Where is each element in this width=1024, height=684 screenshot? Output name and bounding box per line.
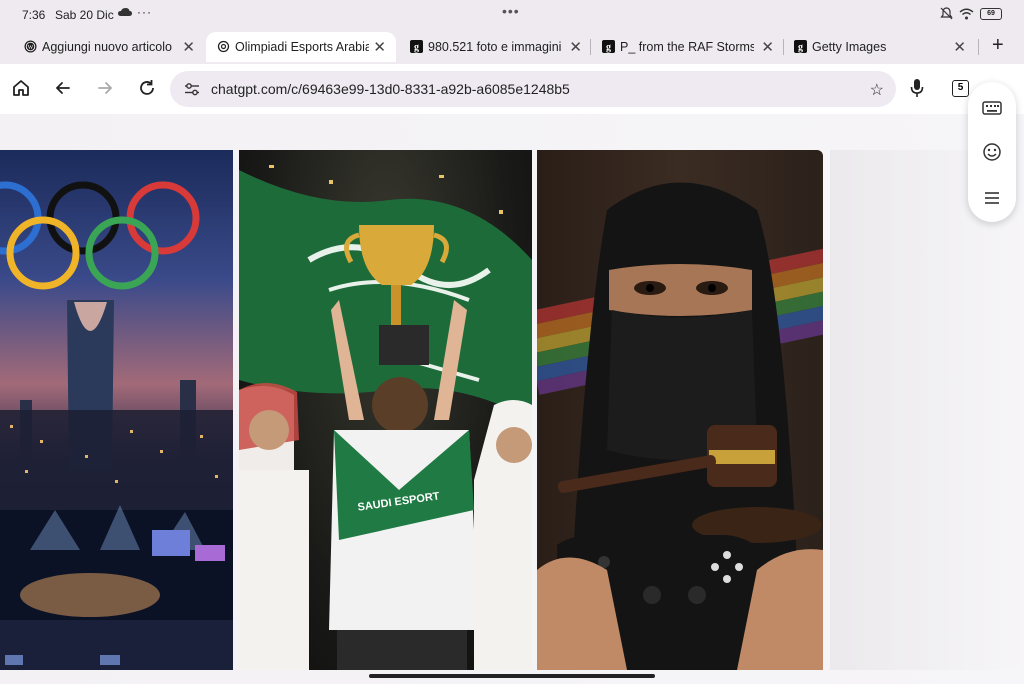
bookmark-star-icon[interactable]: ☆: [870, 80, 884, 100]
site-settings-icon[interactable]: [184, 82, 200, 96]
skyline-illustration: [0, 181, 233, 670]
close-icon[interactable]: ✕: [182, 38, 195, 56]
getty-icon: g: [794, 40, 807, 53]
multitask-handle-icon[interactable]: •••: [502, 3, 520, 19]
home-indicator[interactable]: [369, 674, 655, 678]
svg-text:g: g: [606, 42, 611, 53]
svg-text:g: g: [798, 42, 803, 53]
tab-label: Getty Images: [812, 40, 887, 54]
tab-label: P_ from the RAF Stormsh: [620, 40, 754, 54]
svg-text:W: W: [28, 45, 34, 51]
wordpress-icon: W: [24, 40, 37, 53]
status-date: Sab 20 Dic: [55, 8, 114, 22]
tab-label: 980.521 foto e immagini: [428, 40, 562, 54]
reload-icon[interactable]: [136, 77, 158, 99]
keyboard-icon[interactable]: [982, 98, 1002, 118]
tab-switcher-button[interactable]: 5: [952, 80, 969, 97]
status-bar: 7:36 Sab 20 Dic ··· ••• 69: [0, 0, 1024, 30]
url-text[interactable]: chatgpt.com/c/69463e99-13d0-8331-a92b-a6…: [211, 81, 570, 97]
microphone-icon[interactable]: [910, 77, 924, 99]
tab-getty-foto[interactable]: g 980.521 foto e immagini ✕: [386, 32, 592, 62]
tab-olimpiadi[interactable]: Olimpiadi Esports Arabia ✕: [206, 32, 396, 62]
niqab-gamepad-gavel-image: [537, 150, 823, 670]
tab-getty-raf[interactable]: g P_ from the RAF Stormsh ✕: [578, 32, 784, 62]
openai-icon: [217, 40, 230, 53]
more-notifications-icon: ···: [137, 5, 152, 19]
trophy-illustration: SAUDI ESPORT: [239, 165, 532, 670]
screen: 7:36 Sab 20 Dic ··· ••• 69 W Aggiungi nu…: [0, 0, 1024, 684]
back-icon[interactable]: [52, 77, 74, 99]
tab-getty-images[interactable]: g Getty Images ✕: [770, 32, 976, 62]
address-bar[interactable]: chatgpt.com/c/69463e99-13d0-8331-a92b-a6…: [170, 71, 896, 107]
saudi-flag-esports-trophy-image: SAUDI ESPORT: [239, 150, 532, 670]
menu-icon[interactable]: [982, 188, 1002, 208]
svg-text:g: g: [414, 42, 419, 53]
tab-label: Aggiungi nuovo articolo: [42, 40, 172, 54]
floating-tools-panel: [968, 82, 1016, 222]
riyadh-olympic-rings-skyline-image: [0, 150, 233, 670]
tab-separator: [978, 39, 979, 55]
status-time: 7:36: [22, 8, 46, 22]
home-icon[interactable]: [10, 77, 32, 99]
getty-icon: g: [602, 40, 615, 53]
new-tab-button[interactable]: +: [992, 34, 1004, 57]
bell-off-icon: [940, 7, 953, 20]
forward-icon[interactable]: [94, 77, 116, 99]
getty-icon: g: [410, 40, 423, 53]
close-icon[interactable]: ✕: [953, 38, 966, 56]
tab-label: Olimpiadi Esports Arabia: [235, 40, 369, 54]
cloud-icon: [118, 8, 132, 16]
wifi-icon: [959, 8, 974, 19]
close-icon[interactable]: ✕: [373, 38, 386, 56]
emoji-icon[interactable]: [982, 142, 1002, 162]
toolbar: chatgpt.com/c/69463e99-13d0-8331-a92b-a6…: [0, 64, 1024, 114]
tab-wordpress[interactable]: W Aggiungi nuovo articolo ✕: [0, 32, 205, 62]
niqab-illustration: [537, 182, 823, 670]
status-right: 69: [940, 7, 1002, 20]
battery-icon: 69: [980, 7, 1002, 20]
image-shadow: [830, 150, 1024, 670]
tab-strip: W Aggiungi nuovo articolo ✕ Olimpiadi Es…: [0, 30, 1024, 64]
